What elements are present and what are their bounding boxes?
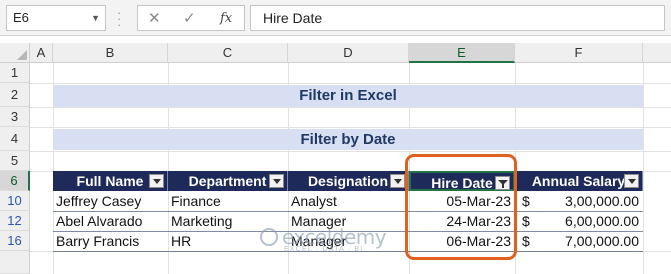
header-label: Designation — [307, 173, 389, 189]
header-label: Department — [188, 173, 267, 189]
cancel-icon[interactable]: ✕ — [148, 9, 161, 27]
header-department[interactable]: Department — [168, 171, 288, 191]
gridline — [30, 127, 671, 128]
formula-bar: E6 ▼ · · · ✕ ✓ fx Hire Date — [0, 0, 671, 36]
cell-currency: $ — [522, 213, 530, 229]
name-box-value: E6 — [13, 10, 29, 25]
row-header-10[interactable]: 10 — [0, 191, 30, 211]
cell-name[interactable]: Abel Alvarado — [53, 211, 168, 231]
gridline — [30, 107, 671, 108]
title-banner: Filter in Excel — [53, 85, 643, 107]
column-header-a[interactable]: A — [30, 43, 53, 63]
cell-name[interactable]: Jeffrey Casey — [53, 191, 168, 211]
cell-salary[interactable]: 3,00,000.00 — [539, 191, 643, 211]
column-header-c[interactable]: C — [168, 43, 288, 63]
subtitle-banner: Filter by Date — [53, 129, 643, 150]
cell-salary[interactable]: 7,00,000.00 — [539, 231, 643, 251]
name-box[interactable]: E6 ▼ — [6, 5, 106, 31]
column-header-e[interactable]: E — [409, 43, 515, 63]
watermark-icon — [260, 228, 278, 246]
row-header-3[interactable]: 3 — [0, 107, 30, 127]
insert-function-icon[interactable]: fx — [220, 11, 232, 26]
row-header-2[interactable]: 2 — [0, 83, 30, 107]
cell-salary[interactable]: 6,00,000.00 — [539, 211, 643, 231]
cell-department[interactable]: Finance — [168, 191, 288, 211]
gridline — [30, 83, 671, 84]
column-header-d[interactable]: D — [288, 43, 409, 63]
row-header-16[interactable]: 16 — [0, 231, 30, 251]
more-options-icon[interactable]: · · · — [117, 6, 121, 31]
column-header-b[interactable]: B — [53, 43, 168, 63]
cell-designation[interactable]: Analyst — [288, 191, 409, 211]
column-header-f[interactable]: F — [515, 43, 643, 63]
filter-dropdown-icon[interactable] — [390, 174, 405, 188]
row-header-5[interactable]: 5 — [0, 151, 30, 171]
formula-buttons: ✕ ✓ fx — [137, 5, 245, 31]
enter-icon[interactable]: ✓ — [183, 9, 196, 27]
filter-dropdown-icon[interactable] — [149, 174, 164, 188]
hire-date-highlight-box — [405, 154, 517, 260]
row-header-blank — [0, 251, 30, 274]
gridline — [643, 63, 644, 274]
header-label: Annual Salary — [531, 173, 626, 189]
formula-input[interactable]: Hire Date — [250, 5, 665, 31]
filter-dropdown-icon[interactable] — [624, 174, 639, 188]
chevron-down-icon[interactable]: ▼ — [91, 6, 100, 30]
gridline — [30, 151, 671, 152]
row-header-1[interactable]: 1 — [0, 63, 30, 83]
header-designation[interactable]: Designation — [288, 171, 409, 191]
header-label: Full Name — [76, 173, 144, 189]
row-header-6[interactable]: 6 — [0, 171, 30, 191]
cell-currency: $ — [522, 233, 530, 249]
watermark-logo: exceldemy EXCEL · DATA · BI — [260, 225, 387, 253]
row-header-4[interactable]: 4 — [0, 127, 30, 151]
cell-name[interactable]: Barry Francis — [53, 231, 168, 251]
row-header-12[interactable]: 12 — [0, 211, 30, 231]
filter-dropdown-icon[interactable] — [269, 174, 284, 188]
cell-currency: $ — [522, 193, 530, 209]
header-annual-salary[interactable]: Annual Salary — [515, 171, 643, 191]
header-full-name[interactable]: Full Name — [53, 171, 168, 191]
select-all-button[interactable] — [0, 43, 30, 63]
